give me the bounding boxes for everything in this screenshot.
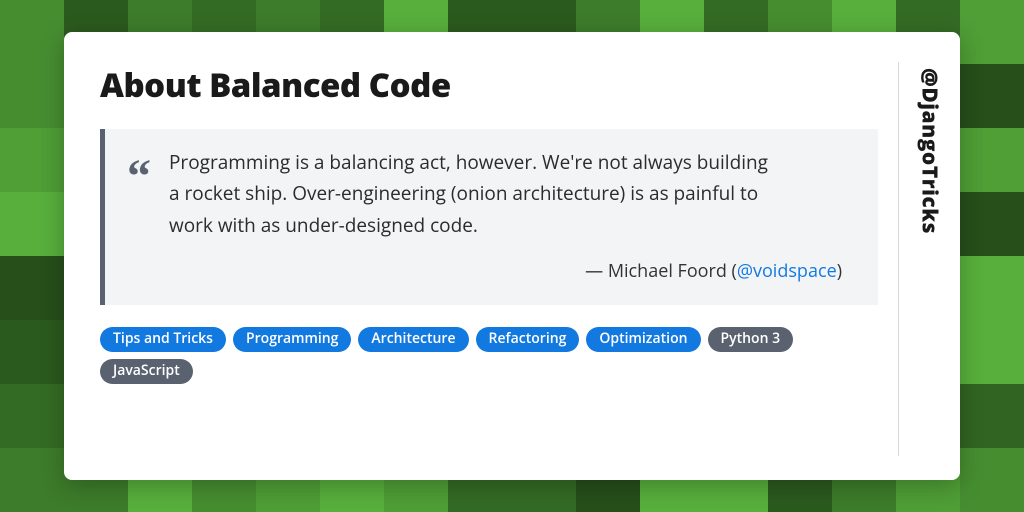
tag-refactoring[interactable]: Refactoring (476, 327, 580, 352)
quote-block: “ Programming is a balancing act, howeve… (100, 129, 878, 305)
author-handle-link[interactable]: @voidspace (737, 259, 837, 283)
tag-javascript[interactable]: JavaScript (100, 359, 193, 384)
tag-list: Tips and Tricks Programming Architecture Re… (100, 327, 878, 384)
brand-handle: @DjangoTricks (916, 68, 944, 234)
quote-attribution: — Michael Foord (@voidspace) (127, 259, 842, 283)
tag-python-3[interactable]: Python 3 (708, 327, 794, 352)
main-column: About Balanced Code “ Programming is a b… (100, 62, 898, 456)
content-card: About Balanced Code “ Programming is a b… (64, 32, 960, 480)
tag-architecture[interactable]: Architecture (358, 327, 468, 352)
sidebar: @DjangoTricks (898, 62, 960, 456)
author-name: — Michael Foord ( (585, 259, 737, 283)
author-suffix: ) (837, 259, 842, 283)
quote-text: Programming is a balancing act, however.… (127, 147, 842, 241)
page-title: About Balanced Code (100, 62, 878, 107)
tag-programming[interactable]: Programming (233, 327, 351, 352)
quote-mark-icon: “ (127, 163, 151, 192)
tag-tips-and-tricks[interactable]: Tips and Tricks (100, 327, 226, 352)
tag-optimization[interactable]: Optimization (586, 327, 700, 352)
